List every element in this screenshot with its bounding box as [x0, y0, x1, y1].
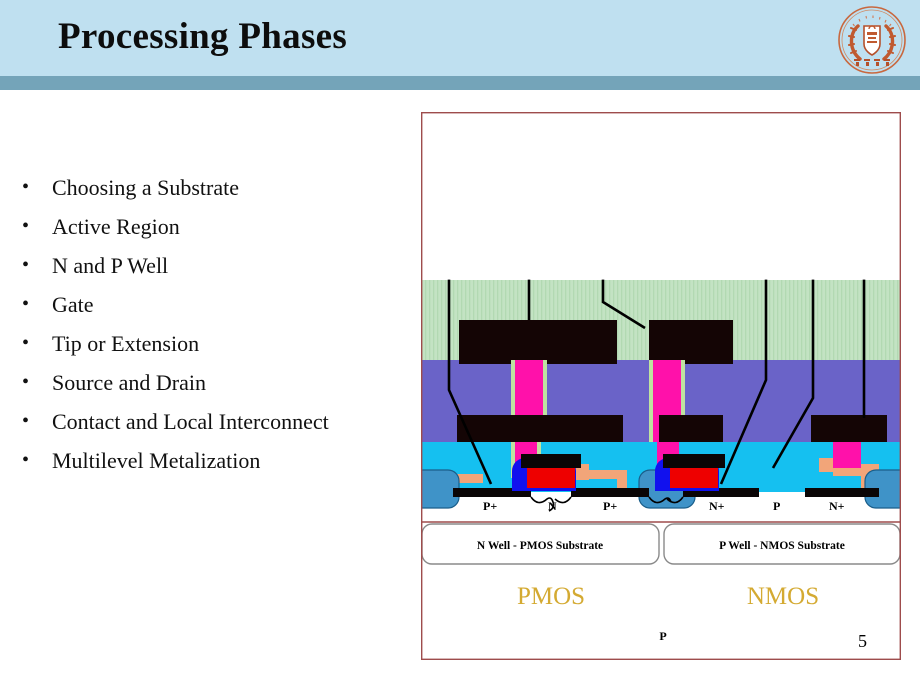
- list-item-label: Multilevel Metalization: [52, 448, 261, 473]
- bullet-glyph: •: [22, 254, 30, 276]
- list-item-label: Choosing a Substrate: [52, 175, 239, 200]
- list-item-label: Active Region: [52, 214, 180, 239]
- gate-poly-nmos: [670, 468, 718, 488]
- page-title: Processing Phases: [58, 16, 348, 57]
- metal1-bar-4: [811, 415, 887, 442]
- cmos-cross-section-figure: D S G Sub D S G Su: [421, 112, 901, 660]
- list-item: • Choosing a Substrate: [14, 168, 414, 207]
- substrate-type-label: P: [659, 629, 666, 643]
- slide-root: Processing Phases • Choosing a Substrate…: [0, 0, 920, 690]
- well-label-nmos: P Well - NMOS Substrate: [719, 540, 845, 552]
- list-item: • Multilevel Metalization: [14, 441, 414, 480]
- doping-label: N+: [709, 499, 725, 513]
- bullet-glyph: •: [22, 410, 30, 432]
- processing-phases-list: • Choosing a Substrate • Active Region • N …: [14, 168, 414, 480]
- bullet-glyph: •: [22, 332, 30, 354]
- device-label-nmos: NMOS: [747, 583, 819, 610]
- bullet-glyph: •: [22, 371, 30, 393]
- layer-metal1: [457, 415, 887, 442]
- doping-label: N+: [829, 499, 845, 513]
- bullet-glyph: •: [22, 293, 30, 315]
- list-item-label: Gate: [52, 292, 94, 317]
- list-item: • Active Region: [14, 207, 414, 246]
- metal-bar-pmos-top: [459, 320, 617, 364]
- metal1-bar-2: [537, 415, 623, 442]
- bullet-glyph: •: [22, 215, 30, 237]
- via-right-lower: [833, 442, 861, 468]
- university-seal-logo: [836, 4, 908, 76]
- gate-cap-pmos: [521, 454, 581, 468]
- list-item: • Source and Drain: [14, 363, 414, 402]
- bullet-glyph: •: [22, 449, 30, 471]
- list-item: • Gate: [14, 285, 414, 324]
- doping-label: P: [773, 499, 780, 513]
- well-label-pmos: N Well - PMOS Substrate: [477, 540, 603, 552]
- list-item-label: N and P Well: [52, 253, 169, 278]
- bullet-glyph: •: [22, 176, 30, 198]
- metal-bar-shared-top: [649, 320, 733, 364]
- device-cross-section: P+ N P+ N+ P N+: [421, 280, 901, 528]
- gate-stack-pmos: [512, 454, 581, 491]
- gate-poly-pmos: [527, 468, 575, 488]
- gate-stack-nmos: [655, 454, 725, 491]
- figure-top-mask: [422, 113, 900, 280]
- doping-label: P+: [483, 499, 497, 513]
- metal1-bar-3: [659, 415, 723, 442]
- gate-cap-nmos: [663, 454, 725, 468]
- device-label-pmos: PMOS: [517, 583, 585, 610]
- well-boxes: N Well - PMOS Substrate P Well - NMOS Su…: [421, 523, 901, 565]
- list-item-label: Contact and Local Interconnect: [52, 409, 329, 434]
- list-item-label: Tip or Extension: [52, 331, 200, 356]
- list-item: • N and P Well: [14, 246, 414, 285]
- layer-metal-top: [459, 320, 733, 364]
- page-number: 5: [858, 631, 867, 651]
- header-divider-rule: [0, 76, 920, 90]
- doping-label: P+: [603, 499, 617, 513]
- list-item: • Tip or Extension: [14, 324, 414, 363]
- list-item: • Contact and Local Interconnect: [14, 402, 414, 441]
- list-item-label: Source and Drain: [52, 370, 206, 395]
- doping-label: N: [548, 499, 557, 513]
